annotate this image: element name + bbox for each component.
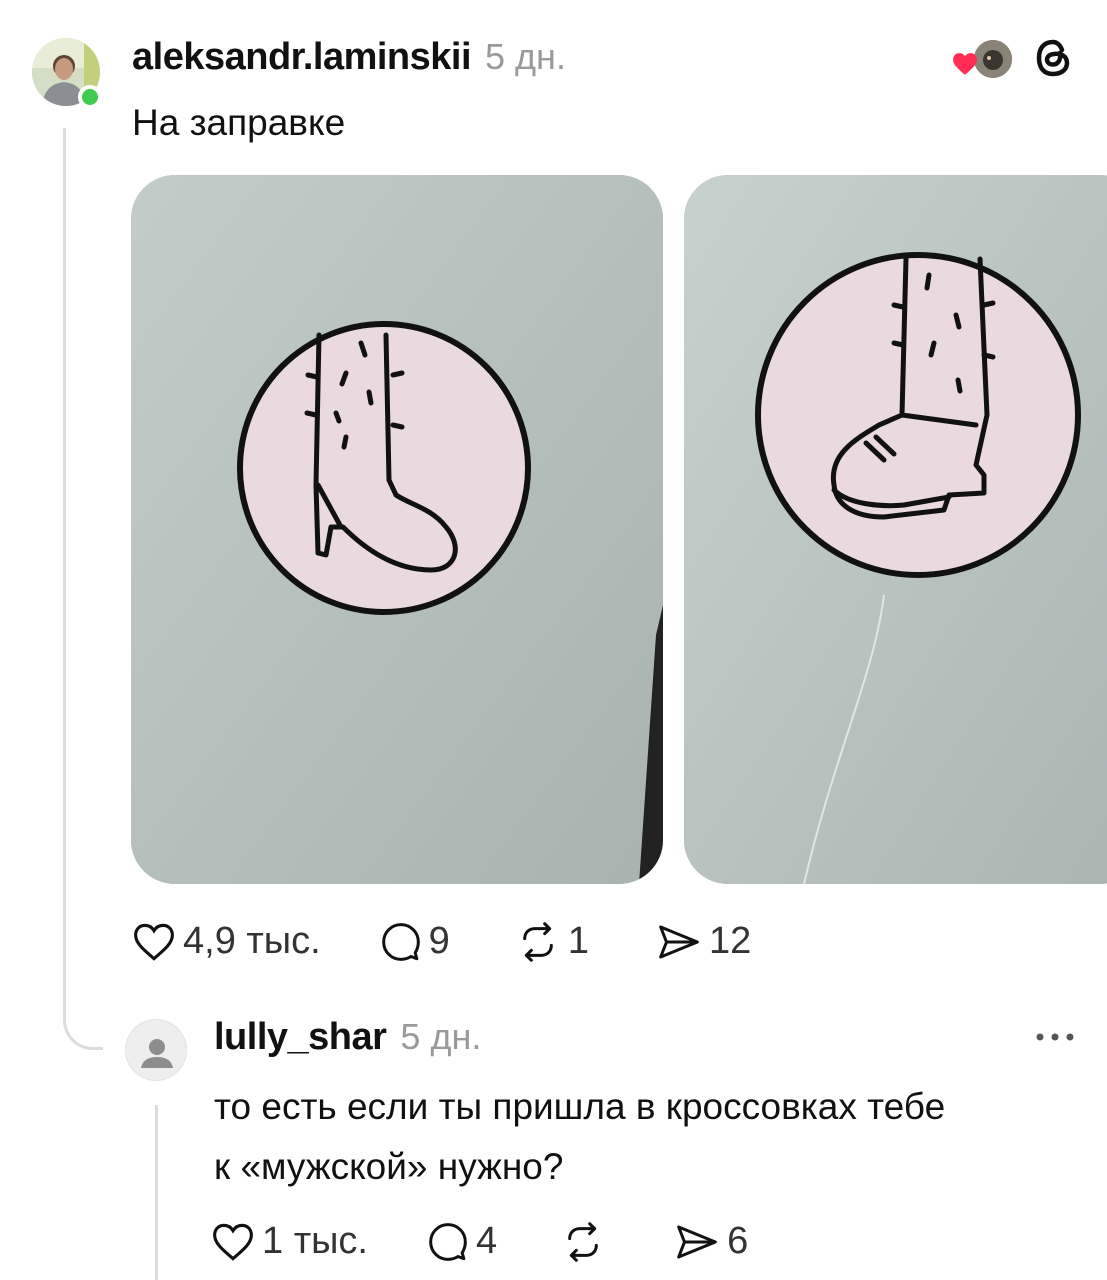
female-restroom-sign-image: [131, 175, 663, 884]
reply-time: 5 дн.: [400, 1016, 482, 1057]
post-username[interactable]: aleksandr.laminskii: [132, 36, 472, 79]
repost-button[interactable]: 1: [516, 920, 589, 963]
reply-share-button[interactable]: 6: [675, 1220, 748, 1263]
comment-button[interactable]: 9: [381, 920, 450, 963]
liked-by-indicator[interactable]: [952, 38, 1014, 80]
reply-username[interactable]: lully_shar: [214, 1016, 387, 1059]
share-icon: [659, 925, 699, 958]
reply-text-line-2: к «мужской» нужно?: [214, 1146, 564, 1187]
reply-avatar[interactable]: [125, 1019, 187, 1081]
reply-repost-button[interactable]: [561, 1221, 613, 1262]
post-image-2[interactable]: [684, 175, 1107, 884]
post-text: На заправке: [132, 102, 346, 143]
more-icon: [1036, 1033, 1074, 1041]
heart-icon: [134, 923, 174, 961]
thread-line-main: [63, 128, 66, 1020]
reply-text-line-1: то есть если ты пришла в кроссовках тебе: [214, 1086, 946, 1127]
reply-like-button[interactable]: 1 тыс.: [212, 1220, 368, 1263]
reply-text: то есть если ты пришла в кроссовках тебе…: [214, 1077, 1084, 1197]
post-image-1[interactable]: [131, 175, 663, 884]
heart-icon: [213, 1223, 253, 1261]
reply-comment-count: 4: [475, 1220, 498, 1262]
reply-like-count: 1 тыс.: [262, 1220, 368, 1262]
like-count: 4,9 тыс.: [183, 920, 321, 962]
repost-icon: [568, 1221, 598, 1262]
more-options-button[interactable]: [1034, 1030, 1078, 1044]
default-avatar-icon: [141, 1039, 173, 1068]
like-button[interactable]: 4,9 тыс.: [133, 920, 321, 963]
repost-icon: [522, 921, 553, 962]
thread-line-curve: [63, 990, 103, 1050]
share-count: 12: [708, 920, 752, 962]
online-status-dot: [78, 85, 102, 109]
post-time: 5 дн.: [485, 36, 566, 77]
share-button[interactable]: 12: [657, 920, 751, 963]
comment-icon: [429, 1222, 467, 1261]
liked-avatar: [972, 38, 1014, 80]
comment-icon: [381, 922, 420, 961]
thread-line-reply: [155, 1105, 158, 1280]
reply-share-count: 6: [727, 1220, 749, 1262]
reply-comment-button[interactable]: 4: [428, 1220, 497, 1263]
threads-logo-icon[interactable]: [1032, 36, 1076, 80]
male-restroom-sign-image: [684, 175, 1107, 884]
comment-count: 9: [428, 920, 450, 962]
share-icon: [677, 1225, 717, 1258]
repost-count: 1: [567, 920, 589, 962]
heart-filled-icon: [953, 53, 977, 75]
